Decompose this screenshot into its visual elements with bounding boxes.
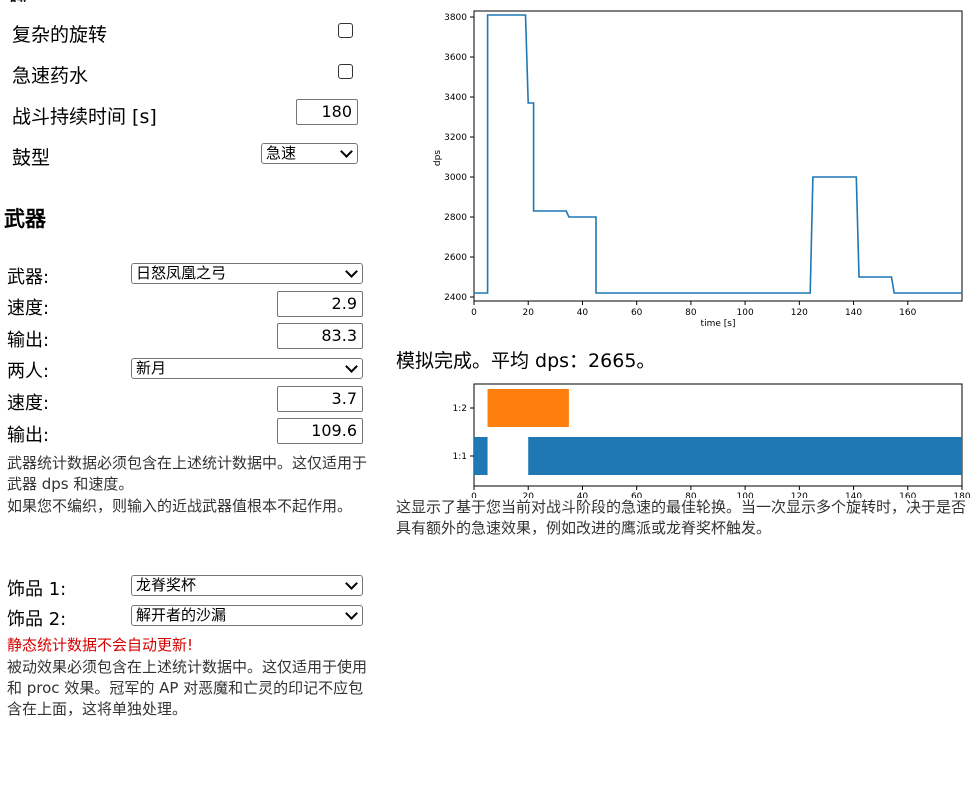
dps1-input[interactable]: 83.3 (277, 323, 363, 349)
drum-label: 鼓型 (12, 147, 51, 169)
duration-label: 战斗持续时间 [s] (12, 106, 157, 128)
cut-heading: 旋转 (8, 0, 27, 2)
y-tick-label: 3600 (444, 53, 467, 63)
twohand-label: 两人: (7, 361, 50, 382)
drum-select-value: 急速 (266, 144, 297, 162)
haste-potion-label: 急速药水 (12, 65, 89, 87)
y-tick-label: 1:1 (453, 452, 467, 462)
x-tick-label: 20 (522, 308, 534, 318)
dps2-input[interactable]: 109.6 (277, 418, 363, 444)
speed1-input[interactable]: 2.9 (277, 291, 363, 317)
x-tick-label: 100 (737, 308, 754, 318)
x-tick-label: 40 (577, 308, 589, 318)
drum-select[interactable]: 急速 (261, 143, 358, 164)
simulation-summary: 模拟完成。平均 dps：2665。 (396, 350, 656, 372)
y-tick-label: 3000 (444, 173, 467, 183)
y-tick-label: 1:2 (453, 404, 467, 414)
dps-xlabel: time [s] (701, 319, 736, 329)
rotation-bar (487, 389, 569, 427)
x-tick-label: 80 (685, 308, 697, 318)
x-tick-label: 60 (631, 308, 643, 318)
weapon-note-1: 武器统计数据必须包含在上述统计数据中。这仅适用于武器 dps 和速度。 (7, 454, 368, 493)
speed2-label: 速度: (7, 393, 50, 414)
twohand-select-value: 新月 (136, 359, 167, 377)
chevron-down-icon (345, 607, 358, 620)
dps-series-line (474, 14, 962, 294)
chevron-down-icon (345, 577, 358, 590)
x-tick-label: 160 (899, 308, 916, 318)
haste-potion-checkbox[interactable] (338, 64, 353, 79)
y-tick-label: 2600 (444, 253, 467, 263)
chevron-down-icon (345, 265, 358, 278)
chevron-down-icon (345, 360, 358, 373)
speed2-input[interactable]: 3.7 (277, 386, 363, 412)
y-tick-label: 2400 (444, 293, 467, 303)
top-cut-text: 旋转 (8, 0, 38, 2)
chevron-down-icon (340, 145, 353, 158)
weapon-select[interactable]: 日怒凤凰之弓 (131, 263, 363, 284)
rotation-bar (474, 437, 488, 475)
trinket2-select[interactable]: 解开者的沙漏 (131, 605, 363, 626)
dps-chart-frame (473, 10, 963, 302)
trinket2-select-value: 解开者的沙漏 (136, 606, 227, 624)
trinket1-select[interactable]: 龙脊奖杯 (131, 575, 363, 596)
rotation-chart: 1:11:2 0 20 40 60 80 100 120 140 160 180 (453, 383, 970, 498)
dps1-label: 输出: (7, 330, 50, 351)
static-stats-warning: 静态统计数据不会自动更新! (7, 636, 194, 654)
complex-rotation-checkbox[interactable] (338, 23, 353, 38)
y-tick-label: 3400 (444, 93, 467, 103)
trinket2-label: 饰品 2: (7, 609, 67, 630)
duration-input[interactable]: 180 (296, 99, 358, 125)
x-tick-label: 120 (791, 308, 808, 318)
rotation-explanation: 这显示了基于您当前对战斗阶段的急速的最佳轮换。当一次显示多个旋转时，决于是否具有… (396, 498, 967, 537)
y-tick-label: 3200 (444, 133, 467, 143)
weapon-note-2: 如果您不编织，则输入的近战武器值根本不起作用。 (7, 497, 353, 515)
dps2-label: 输出: (7, 425, 50, 446)
x-tick-label: 140 (845, 308, 862, 318)
complex-rotation-label: 复杂的旋转 (12, 24, 108, 46)
weapons-heading: 武器 (4, 207, 46, 231)
x-tick-label: 0 (471, 308, 477, 318)
trinket1-label: 饰品 1: (7, 579, 67, 600)
speed1-label: 速度: (7, 298, 50, 319)
dps-ylabel: dps (433, 150, 443, 166)
trinket1-select-value: 龙脊奖杯 (136, 576, 197, 594)
twohand-select[interactable]: 新月 (131, 358, 363, 379)
weapon-select-value: 日怒凤凰之弓 (136, 264, 227, 282)
y-tick-label: 2800 (444, 213, 467, 223)
rotation-bar (528, 437, 962, 475)
y-tick-label: 3800 (444, 13, 467, 23)
trinket-note: 被动效果必须包含在上述统计数据中。这仅适用于使用和 proc 效果。冠军的 AP… (7, 658, 368, 718)
dps-line-chart: 2400 2600 2800 3000 3200 3400 3600 3800 0 20 40 60… (433, 10, 963, 329)
weapon-label: 武器: (7, 267, 50, 288)
